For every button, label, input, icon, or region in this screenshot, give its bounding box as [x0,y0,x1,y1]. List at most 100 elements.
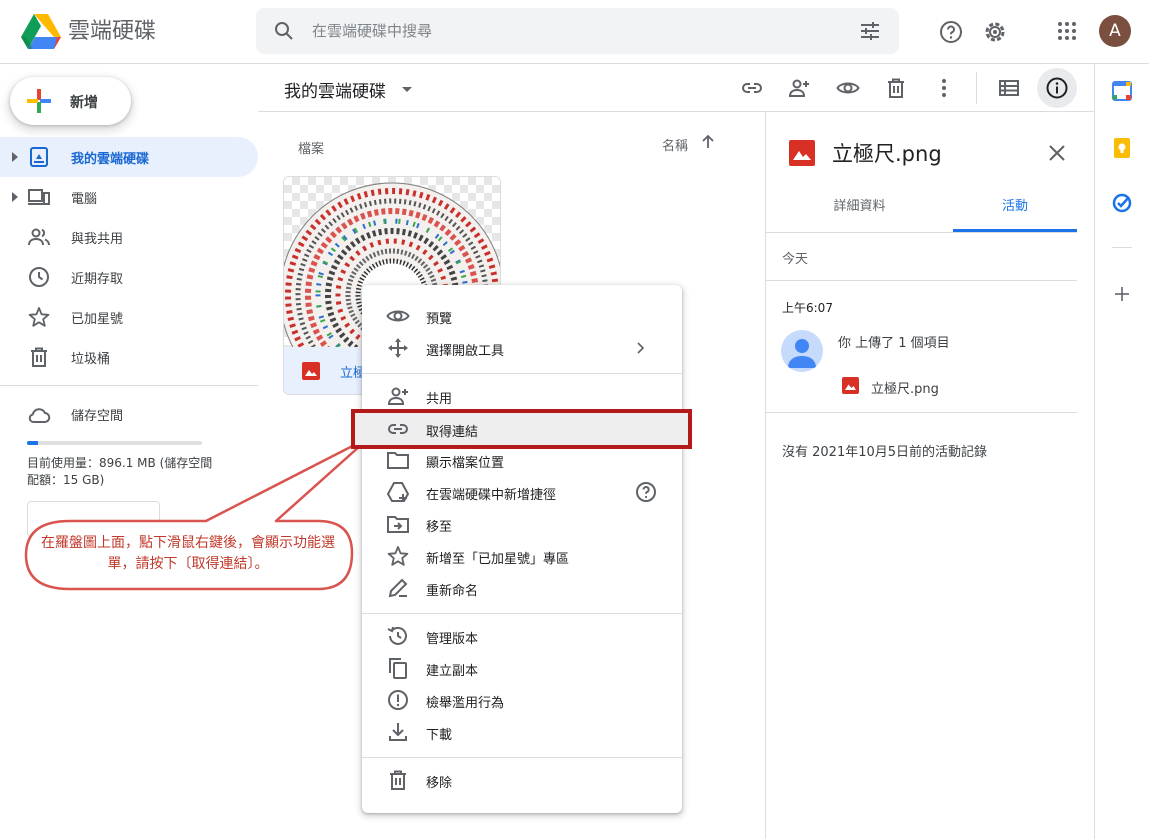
tab-details[interactable]: 詳細資料 [766,186,953,232]
search-icon[interactable] [272,19,296,43]
search-options-icon[interactable] [858,19,882,43]
app-title: 雲端硬碟 [68,19,157,44]
menu-item-label: 移除 [426,776,453,791]
menu-item-add-shortcut[interactable]: 在雲端硬碟中新增捷徑 [362,476,682,508]
account-avatar[interactable]: A [1099,15,1131,47]
sidebar-item-my-drive[interactable]: 我的雲端硬碟 [0,137,258,177]
person-add-icon[interactable] [787,76,811,100]
tasks-icon[interactable] [1112,193,1132,213]
sidebar-item-shared[interactable]: 與我共用 [0,217,258,257]
history-icon [386,624,410,648]
sidebar-item-starred[interactable]: 已加星號 [0,297,258,337]
download-icon [386,720,410,744]
sidebar-item-label: 已加星號 [71,312,124,327]
buy-storage-button[interactable] [27,501,160,537]
add-addon-icon[interactable] [1113,285,1131,303]
person-add-icon [386,384,410,408]
storage-progress-bar [27,441,202,445]
expand-caret-icon[interactable] [10,191,20,203]
star-icon [386,544,410,568]
files-section-label: 檔案 [298,142,325,157]
menu-item-get-link[interactable]: 取得連結 [351,409,692,449]
link-icon [386,417,410,441]
menu-item-report-abuse[interactable]: 檢舉濫用行為 [362,684,682,716]
move-to-icon [386,512,410,536]
activity-time: 上午6:07 [782,301,833,315]
storage-progress-fill [27,441,38,445]
arrow-up-icon[interactable] [700,134,716,150]
sidebar-item-computers[interactable]: 電腦 [0,177,258,217]
keep-icon[interactable] [1112,138,1132,158]
calendar-icon[interactable] [1112,81,1132,101]
panel-title: 立極尺.png [832,142,942,166]
close-icon[interactable] [1045,141,1069,165]
activity-file-name[interactable]: 立極尺.png [871,378,939,397]
menu-item-move-to[interactable]: 移至 [362,508,682,540]
report-icon [386,688,410,712]
preview-eye-icon[interactable] [836,76,860,100]
menu-separator [362,757,682,758]
list-view-icon[interactable] [997,76,1021,100]
sidebar-item-trash[interactable]: 垃圾桶 [0,337,258,377]
star-icon [27,305,51,329]
help-icon[interactable] [634,480,658,504]
new-button-label: 新增 [70,95,98,111]
menu-item-show-location[interactable]: 顯示檔案位置 [362,444,682,476]
menu-separator [362,613,682,614]
sidebar-item-recent[interactable]: 近期存取 [0,257,258,297]
menu-item-remove[interactable]: 移除 [362,764,682,796]
menu-item-label: 共用 [426,392,453,407]
image-file-icon [842,377,859,394]
gear-icon[interactable] [982,19,1008,45]
breadcrumb[interactable]: 我的雲端硬碟 [284,77,386,102]
shortcut-icon [386,480,410,504]
drive-logo-icon[interactable] [21,13,61,49]
rail-divider [1112,247,1132,248]
menu-item-share[interactable]: 共用 [362,380,682,412]
link-icon[interactable] [740,76,764,100]
sort-by-name[interactable]: 名稱 [662,135,688,154]
menu-item-label: 檢舉濫用行為 [426,696,505,711]
sidebar-item-label: 與我共用 [71,232,124,247]
more-vert-icon[interactable] [932,76,956,100]
computer-icon [27,185,51,209]
menu-item-label: 預覽 [426,312,453,327]
menu-item-make-copy[interactable]: 建立副本 [362,652,682,684]
panel-divider [766,412,1077,413]
no-activity-text: 沒有 2021年10月5日前的活動記錄 [782,445,988,460]
storage-label[interactable]: 儲存空間 [71,405,123,424]
menu-item-rename[interactable]: 重新命名 [362,572,682,604]
callout-text: 在羅盤圖上面，點下滑鼠右鍵後，會顯示功能選單，請按下〔取得連結〕。 [41,535,335,572]
menu-item-label: 建立副本 [426,664,479,679]
expand-caret-icon[interactable] [10,151,20,163]
menu-item-label: 在雲端硬碟中新增捷徑 [426,488,557,503]
sidebar-item-label: 電腦 [71,192,98,207]
info-icon[interactable] [1045,76,1069,100]
panel-divider [766,232,1077,233]
menu-item-open-with[interactable]: 選擇開啟工具 [362,332,682,364]
chevron-down-icon[interactable] [400,82,414,96]
menu-item-manage-versions[interactable]: 管理版本 [362,620,682,652]
menu-item-label: 管理版本 [426,632,479,647]
image-file-icon [302,362,320,380]
menu-item-preview[interactable]: 預覽 [362,300,682,332]
help-icon[interactable] [938,19,964,45]
folder-icon [386,448,410,472]
menu-item-label: 新增至「已加星號」專區 [426,552,570,567]
copy-icon [386,656,410,680]
search-input[interactable] [312,16,832,46]
move-icon [386,336,410,360]
cloud-icon [27,403,51,427]
apps-grid-icon[interactable] [1055,19,1079,43]
menu-item-label: 移至 [426,520,453,535]
menu-item-label: 選擇開啟工具 [426,344,505,359]
sidebar-divider [0,385,258,386]
tab-activity[interactable]: 活動 [953,186,1077,232]
user-avatar [781,330,823,372]
eye-icon [386,304,410,328]
sidebar-item-label: 我的雲端硬碟 [71,152,150,167]
menu-item-label: 重新命名 [426,584,479,599]
menu-item-add-star[interactable]: 新增至「已加星號」專區 [362,540,682,572]
menu-item-download[interactable]: 下載 [362,716,682,748]
trash-icon[interactable] [884,76,908,100]
